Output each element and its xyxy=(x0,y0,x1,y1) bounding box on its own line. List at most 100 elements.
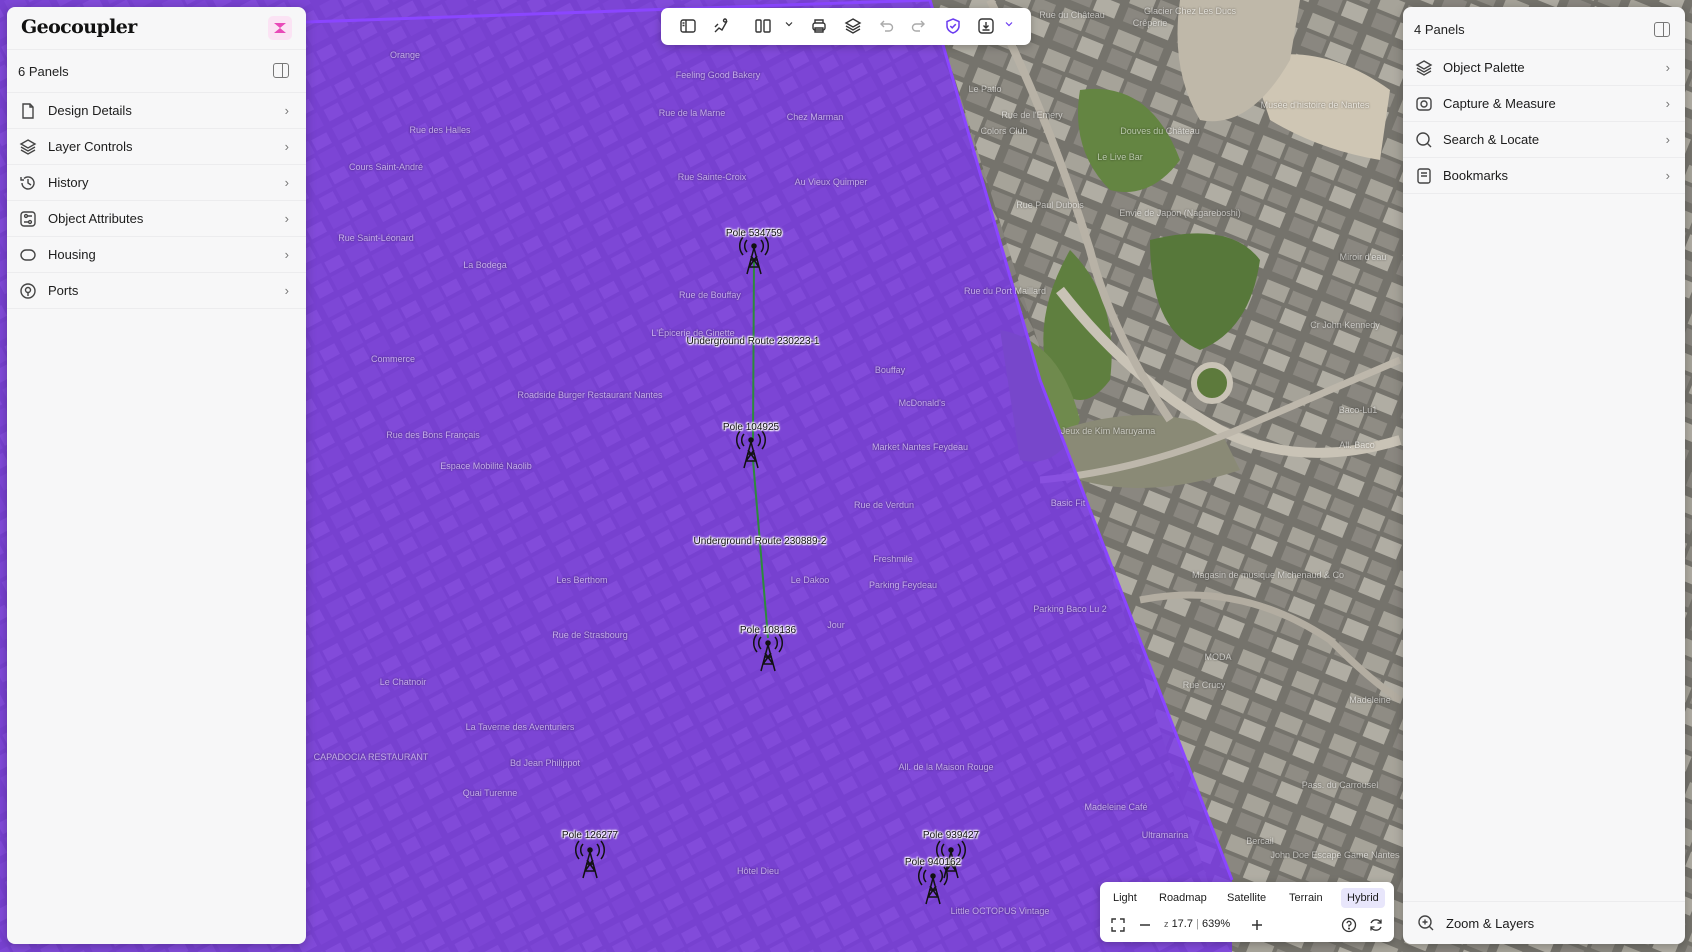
right-panel: 4 Panels Object Palette › Capture & Meas… xyxy=(1403,7,1685,944)
map-place-label: Rue de Strasbourg xyxy=(552,630,628,640)
sidebar-item-design-details[interactable]: Design Details › xyxy=(7,93,306,129)
zoom-level: 17.7 xyxy=(1171,918,1193,930)
left-panel-count-row: 6 Panels xyxy=(7,50,306,93)
sidebar-item-label: Housing xyxy=(48,247,96,262)
map-place-label: Quai Turenne xyxy=(462,788,518,798)
zoom-percent: 639% xyxy=(1201,918,1231,930)
chevron-right-icon: › xyxy=(284,283,289,298)
pole-label[interactable]: Pole 939427 xyxy=(923,830,979,841)
zoom-layers-button[interactable]: Zoom & Layers xyxy=(1403,901,1685,944)
map-place-label: All. Baco xyxy=(1339,440,1375,450)
sidebar-item-label: History xyxy=(48,175,89,190)
map-place-label: Musée d'histoire de Nantes xyxy=(1260,100,1370,110)
chevron-right-icon: › xyxy=(284,103,289,118)
redo-icon[interactable] xyxy=(910,17,928,35)
map-place-label: Glacier Chez Les Ducs xyxy=(1143,6,1237,16)
map-place-label: Rue de l'Emery xyxy=(1001,110,1063,120)
map-style-hybrid[interactable]: Hybrid xyxy=(1341,888,1385,908)
map-place-label: Magasin de musique Michenaud & Co xyxy=(1191,570,1345,580)
map-place-label: Bercail xyxy=(1246,836,1274,846)
left-panel-header: Geocoupler xyxy=(7,7,306,50)
zoom-readout: z 17.7 | 639% xyxy=(1164,918,1230,930)
draw-icon[interactable] xyxy=(712,17,730,35)
zoom-out-button[interactable] xyxy=(1137,917,1153,933)
sidebar-item-object-palette[interactable]: Object Palette › xyxy=(1403,50,1685,86)
map-place-label: Parking Baco Lu 2 xyxy=(1033,604,1107,614)
history-icon xyxy=(20,176,35,190)
pole-label[interactable]: Pole 108136 xyxy=(740,625,796,636)
map-place-label: CAPADOCIA RESTAURANT xyxy=(313,752,429,762)
sidebar-item-search-locate[interactable]: Search & Locate › xyxy=(1403,122,1685,158)
undo-icon[interactable] xyxy=(877,17,895,35)
sidebar-item-ports[interactable]: Ports › xyxy=(7,273,306,309)
sidebar-item-bookmarks[interactable]: Bookmarks › xyxy=(1403,158,1685,194)
sidebar-item-label: Layer Controls xyxy=(48,139,133,154)
sliders-icon xyxy=(20,211,36,227)
pole-label[interactable]: Pole 104925 xyxy=(723,422,779,433)
chevron-right-icon: › xyxy=(1665,168,1670,183)
map-place-label: La Taverne des Aventuriers xyxy=(465,722,575,732)
map-place-label: Colors Club xyxy=(980,126,1028,136)
map-place-label: Market Nantes Feydeau xyxy=(871,442,969,452)
left-panel: Geocoupler 6 Panels Design Details › Lay… xyxy=(7,7,306,944)
map-place-label: Cr John Kennedy xyxy=(1310,320,1380,330)
map-place-label: Le Patio xyxy=(968,84,1002,94)
zoom-in-icon xyxy=(1418,915,1434,931)
map-place-label: Orange xyxy=(389,50,421,60)
map-place-label: Rue des Halles xyxy=(409,125,471,135)
search-icon xyxy=(1416,132,1432,148)
map-place-label: Parking Feydeau xyxy=(868,580,938,590)
sidebar-toggle-icon[interactable] xyxy=(1654,22,1670,37)
map-place-label: Feeling Good Bakery xyxy=(675,70,761,80)
map-style-roadmap[interactable]: Roadmap xyxy=(1153,888,1213,908)
map-place-label: Rue Sainte-Croix xyxy=(677,172,747,182)
chevron-down-icon[interactable] xyxy=(1005,20,1013,28)
map-place-label: Bd Jean Philippot xyxy=(509,758,581,768)
chevron-down-icon[interactable] xyxy=(785,20,793,28)
pole-label[interactable]: Pole 940162 xyxy=(905,857,961,868)
map-place-label: Freshmile xyxy=(873,554,913,564)
fullscreen-icon[interactable] xyxy=(1110,917,1126,933)
map-place-label: Rue Crucy xyxy=(1182,680,1226,690)
capture-icon xyxy=(1416,97,1432,111)
refresh-icon[interactable] xyxy=(1368,917,1384,933)
layers-icon[interactable] xyxy=(844,17,862,35)
zoom-in-button[interactable] xyxy=(1249,917,1265,933)
map-place-label: Rue du Château xyxy=(1039,10,1105,20)
chevron-right-icon: › xyxy=(284,211,289,226)
palette-icon xyxy=(1415,60,1433,76)
sidebar-item-capture-measure[interactable]: Capture & Measure › xyxy=(1403,86,1685,122)
map-place-label: Madeleine xyxy=(1349,695,1391,705)
panel-icon[interactable] xyxy=(679,17,697,35)
map-place-label: Miroir d'eau xyxy=(1339,252,1387,262)
left-panel-count: 6 Panels xyxy=(18,64,69,79)
help-icon[interactable] xyxy=(1341,917,1357,933)
pole-label[interactable]: Pole 126277 xyxy=(562,830,618,841)
map-place-label: Crêperie xyxy=(1132,18,1168,28)
pole-label[interactable]: Pole 534759 xyxy=(726,228,782,239)
sidebar-toggle-icon[interactable] xyxy=(273,63,289,78)
map-style-light[interactable]: Light xyxy=(1107,888,1143,908)
sidebar-item-layer-controls[interactable]: Layer Controls › xyxy=(7,129,306,165)
map-place-label: Espace Mobilité Naolib xyxy=(440,461,532,471)
logo-icon[interactable] xyxy=(268,16,292,40)
split-view-icon[interactable] xyxy=(754,17,772,35)
map-style-satellite[interactable]: Satellite xyxy=(1221,888,1272,908)
chevron-right-icon: › xyxy=(284,139,289,154)
map-place-label: Rue de Bouffay xyxy=(679,290,741,300)
map-place-label: Rue Saint-Léonard xyxy=(338,233,414,243)
sidebar-item-object-attributes[interactable]: Object Attributes › xyxy=(7,201,306,237)
sidebar-item-history[interactable]: History › xyxy=(7,165,306,201)
export-icon[interactable] xyxy=(977,17,995,35)
map-place-label: Pass. du Carrousel xyxy=(1301,780,1379,790)
map-place-label: Rue des Bons Français xyxy=(386,430,480,440)
shield-icon[interactable] xyxy=(944,17,962,35)
print-icon[interactable] xyxy=(810,17,828,35)
map-style-terrain[interactable]: Terrain xyxy=(1283,888,1329,908)
sidebar-item-housing[interactable]: Housing › xyxy=(7,237,306,273)
route-label[interactable]: Underground Route 230889-2 xyxy=(694,536,827,547)
map-place-label: Hôtel Dieu xyxy=(736,866,780,876)
map-place-label: Little OCTOPUS Vintage xyxy=(950,906,1050,916)
sidebar-item-label: Search & Locate xyxy=(1443,132,1540,147)
right-panel-header: 4 Panels xyxy=(1403,7,1685,50)
